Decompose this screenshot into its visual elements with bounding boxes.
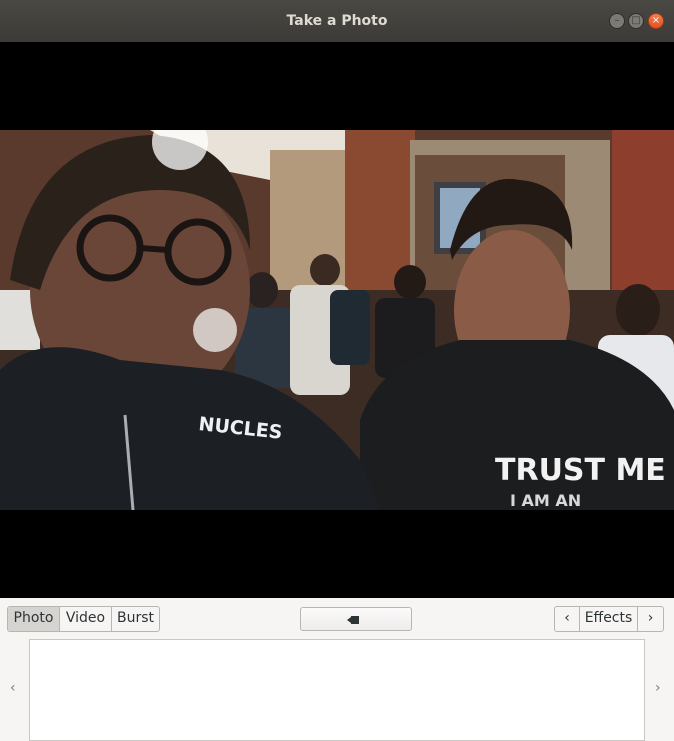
- effects-prev-button[interactable]: ‹: [555, 607, 580, 631]
- video-mode-button[interactable]: Video: [60, 607, 112, 631]
- burst-mode-button[interactable]: Burst: [112, 607, 159, 631]
- maximize-button[interactable]: □: [628, 13, 644, 29]
- camera-viewport: TRUST ME I AM AN NUCLES: [0, 42, 674, 598]
- shirt-text-right-2: I AM AN: [510, 491, 581, 510]
- camera-preview: TRUST ME I AM AN NUCLES: [0, 130, 674, 510]
- window-title: Take a Photo: [286, 13, 388, 29]
- photo-mode-button[interactable]: Photo: [8, 607, 60, 631]
- gallery-next-icon[interactable]: ›: [655, 680, 661, 696]
- title-bar: Take a Photo – □ ×: [0, 0, 674, 42]
- close-button[interactable]: ×: [648, 13, 664, 29]
- effects-button[interactable]: Effects: [580, 607, 638, 631]
- take-photo-button[interactable]: [300, 607, 412, 631]
- mode-selector: Photo Video Burst: [7, 606, 160, 632]
- gallery-prev-icon[interactable]: ‹: [10, 680, 16, 696]
- photo-thumbnail-strip[interactable]: [29, 639, 645, 741]
- camera-body-icon: [351, 616, 359, 624]
- camera-frame-image: TRUST ME I AM AN NUCLES: [0, 130, 674, 510]
- app-window: Take a Photo – □ × TRUST ME I AM AN NUCL…: [0, 0, 674, 741]
- shirt-text-right: TRUST ME: [495, 453, 666, 488]
- minimize-button[interactable]: –: [609, 13, 625, 29]
- effects-control: ‹ Effects ›: [554, 606, 664, 632]
- effects-next-button[interactable]: ›: [638, 607, 663, 631]
